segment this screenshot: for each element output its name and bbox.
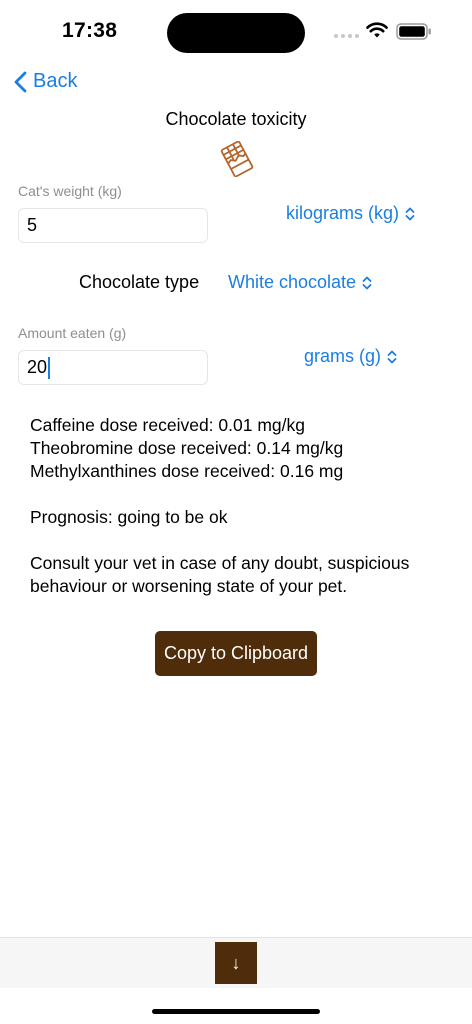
page-title: Chocolate toxicity [165,109,307,129]
amount-unit-picker[interactable]: grams (g) [304,346,397,367]
results-panel: Caffeine dose received: 0.01 mg/kg Theob… [30,414,450,598]
theobromine-dose-text: Theobromine dose received: 0.14 mg/kg [30,438,344,458]
chocolate-type-picker[interactable]: White chocolate [228,272,372,293]
wifi-icon [366,22,388,38]
status-time: 17:38 [62,19,118,42]
signal-icon [334,34,359,38]
copy-to-clipboard-button[interactable]: Copy to Clipboard [155,631,317,676]
chocolate-bar-icon [220,141,254,177]
weight-label: Cat's weight (kg) [18,183,122,199]
scroll-down-button[interactable]: ↓ [215,942,257,984]
text-caret [48,356,51,379]
advice-text: Consult your vet in case of any doubt, s… [30,553,410,596]
weight-value: 5 [27,215,38,235]
chocolate-type-label: Chocolate type [79,272,200,292]
amount-unit-label: grams (g) [304,346,382,366]
weight-unit-label: kilograms (kg) [286,203,400,223]
chocolate-type-value: White chocolate [228,272,357,292]
methylxanthines-dose-text: Methylxanthines dose received: 0.16 mg [30,461,344,481]
screen: 17:38 Back Chocolate toxicity Cat's weig… [0,0,472,1024]
back-label: Back [33,70,78,92]
amount-label: Amount eaten (g) [18,325,127,341]
prognosis-text: Prognosis: going to be ok [30,507,228,527]
caffeine-dose-text: Caffeine dose received: 0.01 mg/kg [30,415,305,435]
chevron-up-down-icon [362,276,372,289]
chevron-up-down-icon [405,207,415,220]
battery-icon [396,23,431,40]
back-button[interactable]: Back [14,70,77,93]
chevron-up-down-icon [387,350,397,363]
weight-unit-picker[interactable]: kilograms (kg) [286,203,415,224]
weight-input[interactable]: 5 [18,208,208,243]
arrow-down-icon: ↓ [231,952,241,973]
amount-value: 20 [27,357,48,377]
home-indicator[interactable] [152,1009,320,1014]
chevron-left-icon [14,71,27,92]
amount-input[interactable]: 20 [18,350,208,385]
dynamic-island [167,13,305,53]
